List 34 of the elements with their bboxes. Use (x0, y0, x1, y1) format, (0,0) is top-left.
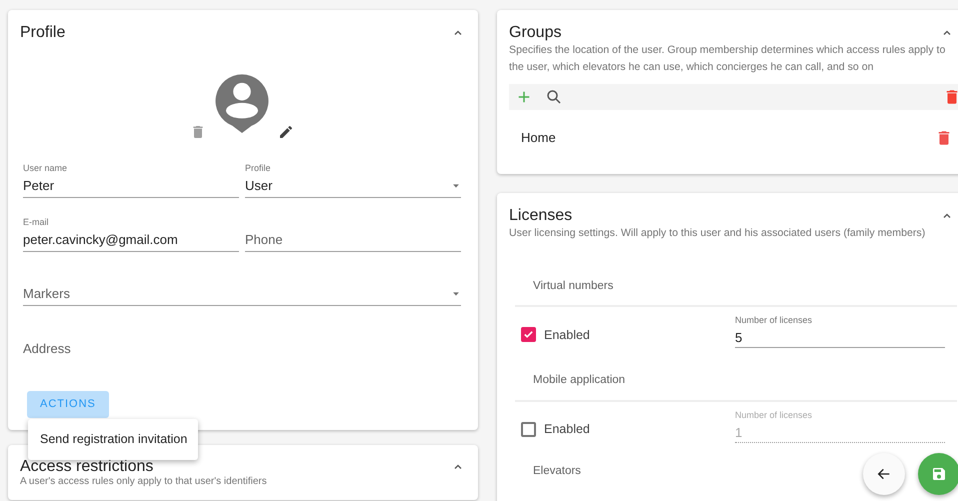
section-title: Groups (509, 24, 562, 42)
field-label: User name (23, 163, 68, 174)
group-name: Home (521, 129, 556, 147)
input-field[interactable]: Peter (23, 174, 239, 198)
section-heading: Virtual numbers (515, 242, 957, 307)
checkbox-label: Enabled (544, 421, 590, 438)
section-heading: Elevators (532, 464, 581, 479)
checkbox-label: Enabled (544, 326, 590, 344)
dropdown[interactable]: Markers (23, 282, 461, 306)
section-description: User licensing settings. Will apply to this user and his associated users (family members) (509, 226, 926, 240)
list-item[interactable]: Home (509, 110, 958, 174)
edit-icon[interactable] (278, 124, 294, 140)
section-title: Profile (20, 24, 66, 42)
section-description: Specifies the location of the user. Group membership determines which access rules apply to the user, which elevators he can use, which concierges he can call, and so on (509, 43, 946, 75)
section-heading: Mobile application (515, 348, 957, 402)
section-title: Licenses (509, 206, 572, 224)
checkbox[interactable] (521, 422, 536, 438)
input-field[interactable]: 5 (735, 328, 945, 348)
dropdown[interactable]: User (245, 174, 461, 198)
field-label: Number of licenses (735, 314, 812, 325)
save-icon (931, 466, 947, 482)
back-arrow-icon (876, 466, 892, 482)
field-label: Profile (245, 163, 272, 174)
section-title: Access restrictions (20, 458, 154, 476)
menu-item[interactable]: Send registration invitation (28, 422, 198, 457)
field-label: Number of licenses (735, 410, 812, 420)
search-icon[interactable] (545, 88, 563, 106)
checkmark-icon (523, 329, 534, 340)
section-description: A user's access rules only apply to that user's identifiers (20, 476, 268, 488)
input-field[interactable]: Phone (245, 228, 461, 252)
input-field[interactable]: peter.cavincky@gmail.com (23, 228, 239, 252)
field-label: E-mail (23, 217, 50, 228)
input-field[interactable]: Address (23, 336, 461, 360)
checkbox[interactable] (521, 327, 536, 342)
